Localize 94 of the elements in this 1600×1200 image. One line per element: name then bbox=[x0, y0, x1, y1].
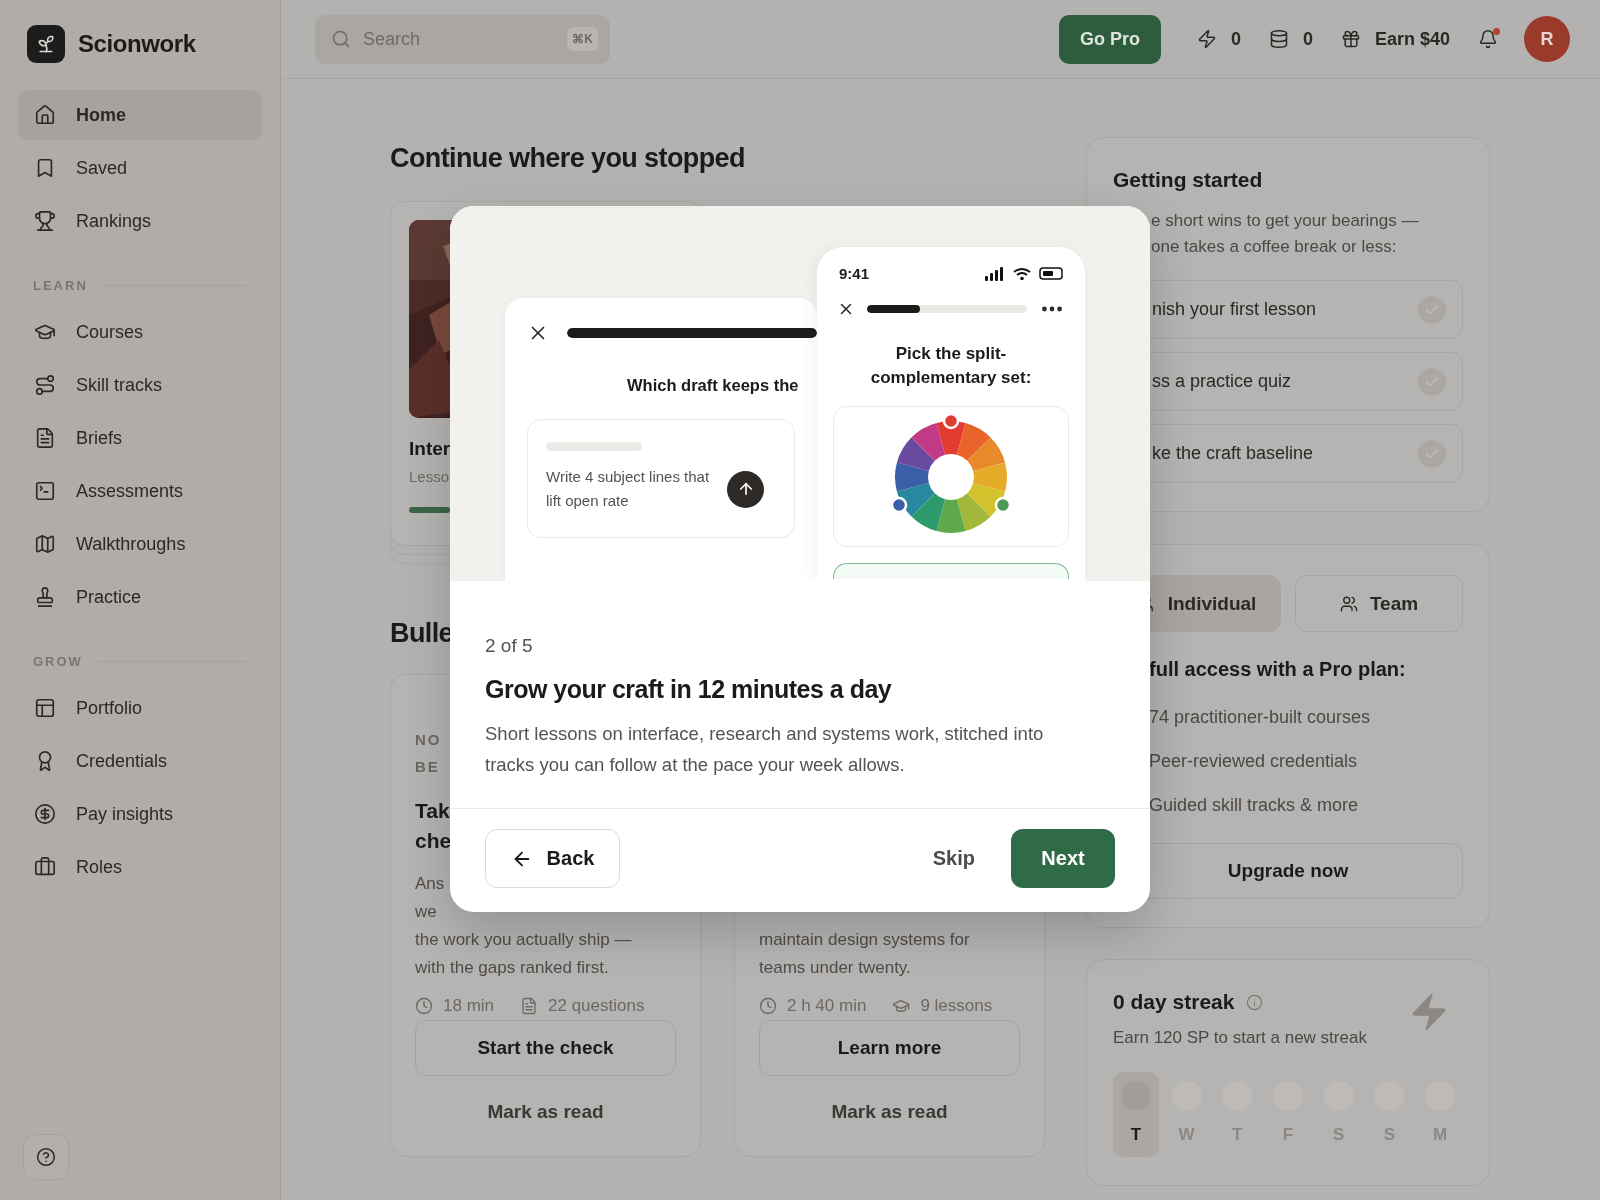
card-eyebrow: NO bbox=[415, 730, 442, 750]
trophy-icon bbox=[34, 210, 56, 232]
streak-hint: Earn 120 SP to start a new streak bbox=[1113, 1028, 1368, 1048]
nav-item[interactable]: Pay insights bbox=[18, 789, 262, 839]
skip-button[interactable]: Skip bbox=[928, 839, 979, 878]
people-icon bbox=[1339, 594, 1358, 613]
graduation-cap-icon bbox=[892, 997, 911, 1015]
course-title: Inter bbox=[409, 438, 451, 460]
card-action-button[interactable]: Learn more bbox=[759, 1020, 1020, 1076]
brand-name: Scionwork bbox=[78, 30, 196, 58]
section-heading: Bulle bbox=[390, 617, 453, 650]
task-label: ke the craft baseline bbox=[1152, 443, 1315, 464]
signal-icon bbox=[985, 266, 1003, 281]
energy-count: 0 bbox=[1230, 28, 1241, 50]
route-icon bbox=[34, 374, 56, 396]
next-button[interactable]: Next bbox=[1011, 829, 1115, 888]
nav-item[interactable]: Courses bbox=[18, 307, 262, 357]
stamp-icon bbox=[34, 586, 56, 608]
task-label: ss a practice quiz bbox=[1152, 371, 1293, 392]
nav-item[interactable]: Briefs bbox=[18, 413, 262, 463]
streak-title: 0 day streak bbox=[1113, 990, 1235, 1014]
card-eyebrow: BE bbox=[415, 757, 440, 777]
card-description: Ans bbox=[415, 873, 445, 895]
terminal-icon bbox=[34, 480, 56, 502]
plan-tab[interactable]: Team bbox=[1295, 575, 1463, 632]
home-icon bbox=[34, 104, 56, 126]
mark-read-button[interactable]: Mark as read bbox=[415, 1090, 676, 1134]
course-subtitle: Lesso bbox=[409, 468, 450, 485]
section-label: LEARN bbox=[33, 278, 88, 293]
step-counter: 2 of 5 bbox=[485, 635, 534, 657]
nav-item[interactable]: Saved bbox=[18, 143, 262, 193]
document-icon bbox=[520, 997, 539, 1015]
search-icon bbox=[331, 28, 351, 49]
document-icon bbox=[34, 427, 56, 449]
map-icon bbox=[34, 533, 56, 555]
gift-icon bbox=[1340, 29, 1361, 49]
nav-item[interactable]: Credentials bbox=[18, 736, 262, 786]
help-button[interactable] bbox=[23, 1134, 69, 1180]
earn-link[interactable]: Earn $40 bbox=[1374, 28, 1450, 50]
battery-icon bbox=[1039, 267, 1063, 280]
card-action-button[interactable]: Start the check bbox=[415, 1020, 676, 1076]
question-text: Pick the split-complementary set: bbox=[869, 343, 1033, 389]
section-label: GROW bbox=[33, 654, 83, 669]
dollar-icon bbox=[34, 803, 56, 825]
send-button[interactable] bbox=[727, 470, 764, 508]
briefcase-icon bbox=[34, 856, 56, 878]
card-title: Getting started bbox=[1113, 168, 1264, 192]
streak-day: T bbox=[1113, 1072, 1159, 1157]
task-label: nish your first lesson bbox=[1152, 299, 1318, 320]
card-description: one takes a coffee break or less: bbox=[1151, 236, 1397, 258]
dialog-title: Grow your craft in 12 minutes a day bbox=[485, 675, 893, 704]
nav-item[interactable]: Skill tracks bbox=[18, 360, 262, 410]
card-description: e short wins to get your bearings — bbox=[1151, 210, 1419, 232]
card-title: che bbox=[415, 828, 452, 854]
card-description: maintain design systems for bbox=[759, 929, 970, 951]
mark-read-button[interactable]: Mark as read bbox=[759, 1090, 1020, 1134]
avatar[interactable]: R bbox=[1524, 16, 1570, 62]
answer-text: Write 4 subject lines that lift open rate bbox=[546, 467, 711, 511]
nav-item[interactable]: Walkthroughs bbox=[18, 519, 262, 569]
nav-item[interactable]: Home bbox=[18, 90, 262, 140]
card-description: we bbox=[415, 901, 437, 923]
plan-feature: Peer-reviewed credentials bbox=[1149, 750, 1358, 773]
help-icon bbox=[36, 1147, 56, 1167]
nav-item[interactable]: Rankings bbox=[18, 196, 262, 246]
clock-icon bbox=[415, 997, 433, 1015]
status-time: 9:41 bbox=[839, 265, 871, 282]
bell-icon[interactable] bbox=[1478, 29, 1498, 49]
back-button[interactable]: Back bbox=[485, 829, 620, 888]
plan-feature: 74 practitioner-built courses bbox=[1149, 706, 1371, 729]
nav-item[interactable]: Practice bbox=[18, 572, 262, 622]
card-meta: 2 h 40 min bbox=[787, 996, 867, 1016]
nav-item[interactable]: Assessments bbox=[18, 466, 262, 516]
layout-icon bbox=[34, 697, 56, 719]
card-description: teams under twenty. bbox=[759, 957, 911, 979]
card-title: Tak bbox=[415, 798, 450, 824]
coins-icon bbox=[1268, 29, 1289, 49]
dialog-text: Short lessons on interface, research and systems work, stitched into tracks you can follow at the pace your week allows. bbox=[485, 722, 1045, 777]
card-meta: 22 questions bbox=[548, 996, 645, 1016]
plan-feature: Guided skill tracks & more bbox=[1149, 794, 1359, 817]
wifi-icon bbox=[1013, 266, 1031, 281]
nav-item[interactable]: Portfolio bbox=[18, 683, 262, 733]
card-meta: 18 min bbox=[443, 996, 495, 1016]
logo-icon bbox=[27, 25, 65, 63]
card-description: the work you actually ship — bbox=[415, 929, 632, 951]
card-description: with the gaps ranked first. bbox=[415, 957, 609, 979]
coin-count: 0 bbox=[1302, 28, 1313, 50]
card-meta: 9 lessons bbox=[920, 996, 993, 1016]
clock-icon bbox=[759, 997, 777, 1015]
question-text: Which draft keeps the bbox=[627, 376, 799, 395]
section-heading: Continue where you stopped bbox=[390, 142, 746, 175]
plan-heading: full access with a Pro plan: bbox=[1149, 658, 1406, 681]
lightning-icon bbox=[1196, 29, 1217, 49]
go-pro-button[interactable]: Go Pro bbox=[1058, 14, 1161, 64]
nav-item[interactable]: Roles bbox=[18, 842, 262, 892]
